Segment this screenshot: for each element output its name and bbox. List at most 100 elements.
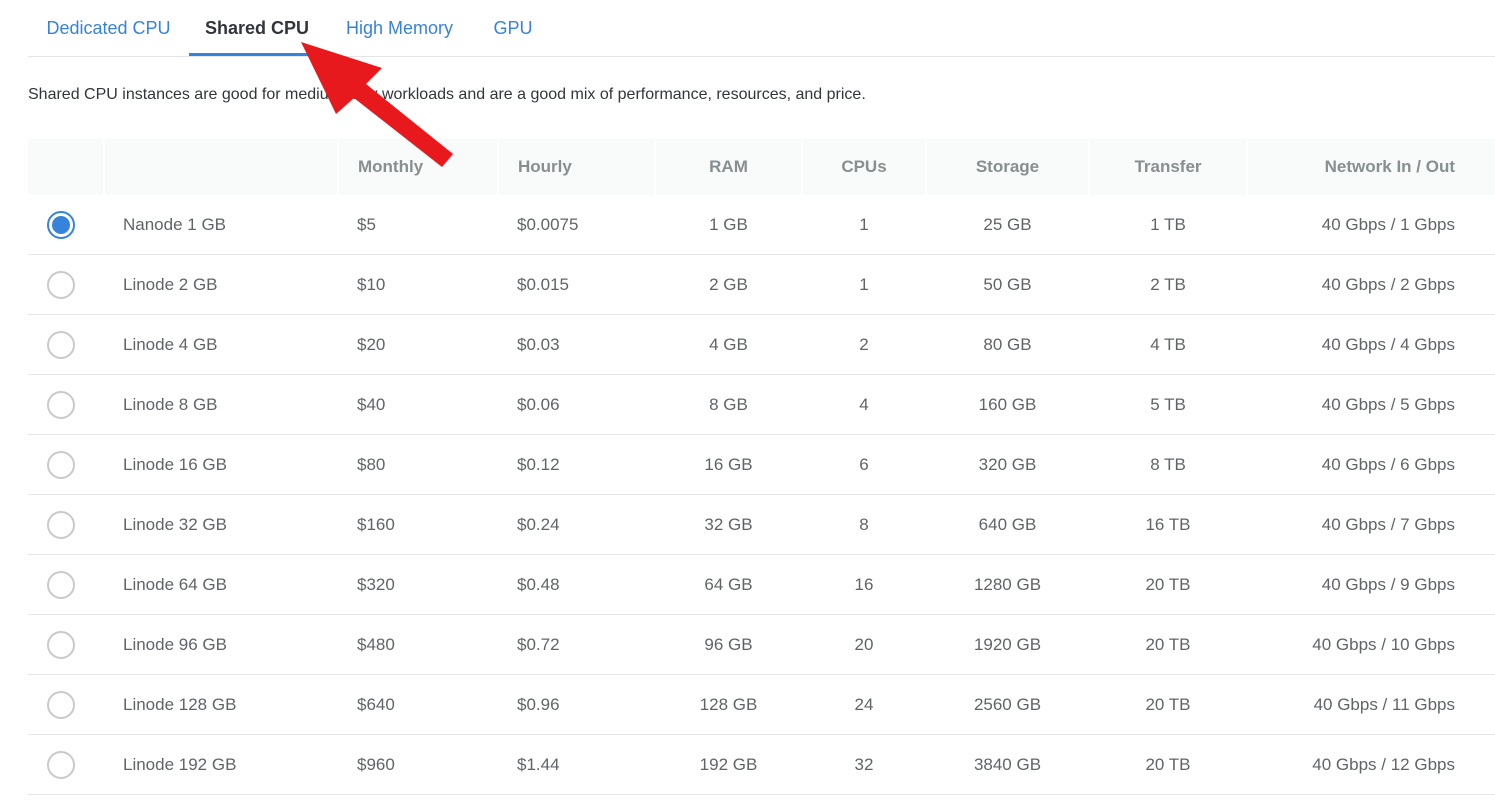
table-row[interactable]: Linode 4 GB $20 $0.03 4 GB 2 80 GB 4 TB 40 Gbps… [28,314,1495,375]
plan-radio[interactable] [47,510,75,539]
transfer-value: 1 TB [1089,195,1247,255]
table-row[interactable]: Nanode 1 GB $5 $0.0075 1 GB 1 25 GB 1 TB 40 Gbp… [28,195,1495,255]
hourly-price: $1.44 [498,734,655,795]
storage-value: 160 GB [926,374,1089,435]
monthly-price: $40 [338,374,498,435]
network-value: 40 Gbps / 7 Gbps [1247,494,1495,555]
network-value: 40 Gbps / 4 Gbps [1247,314,1495,375]
table-row[interactable]: Linode 2 GB $10 $0.015 2 GB 1 50 GB 2 TB 40 Gbp… [28,254,1495,315]
network-value: 40 Gbps / 9 Gbps [1247,554,1495,615]
ram-value: 96 GB [655,614,802,675]
select-cell [28,614,104,675]
storage-value: 640 GB [926,494,1089,555]
monthly-price: $320 [338,554,498,615]
header-cpus: CPUs [802,139,927,195]
plan-radio[interactable] [47,750,75,779]
ram-value: 8 GB [655,374,802,435]
ram-value: 64 GB [655,554,802,615]
table-row[interactable]: Linode 128 GB $640 $0.96 128 GB 24 2560 GB 20 … [28,674,1495,735]
transfer-value: 2 TB [1089,254,1247,315]
transfer-value: 20 TB [1089,554,1247,615]
plan-name: Linode 32 GB [104,494,338,555]
header-ram: RAM [655,139,803,195]
cpus-value: 1 [802,195,926,255]
tab-shared-cpu[interactable]: Shared CPU [189,0,325,56]
plan-name: Linode 64 GB [104,554,338,615]
select-cell [28,254,104,315]
tab-dedicated-cpu[interactable]: Dedicated CPU [28,0,189,55]
header-hourly: Hourly [498,139,656,195]
network-value: 40 Gbps / 11 Gbps [1247,674,1495,735]
plan-name: Linode 128 GB [104,674,338,735]
network-value: 40 Gbps / 6 Gbps [1247,434,1495,495]
header-plan [104,139,339,195]
ram-value: 192 GB [655,734,802,795]
cpus-value: 8 [802,494,926,555]
hourly-price: $0.96 [498,674,655,735]
storage-value: 50 GB [926,254,1089,315]
network-value: 40 Gbps / 5 Gbps [1247,374,1495,435]
plan-radio[interactable] [47,270,75,299]
ram-value: 32 GB [655,494,802,555]
header-transfer: Transfer [1089,139,1248,195]
storage-value: 320 GB [926,434,1089,495]
table-row[interactable]: Linode 192 GB $960 $1.44 192 GB 32 3840 GB 20 … [28,734,1495,795]
tab-gpu[interactable]: GPU [474,0,552,55]
cpus-value: 32 [802,734,926,795]
monthly-price: $160 [338,494,498,555]
plan-radio[interactable] [47,210,75,239]
network-value: 40 Gbps / 1 Gbps [1247,195,1495,255]
header-network: Network In / Out [1247,139,1495,195]
header-monthly: Monthly [338,139,499,195]
header-storage: Storage [926,139,1090,195]
plan-name: Nanode 1 GB [104,195,338,255]
cpus-value: 20 [802,614,926,675]
cpus-value: 1 [802,254,926,315]
transfer-value: 20 TB [1089,734,1247,795]
plan-radio[interactable] [47,330,75,359]
select-cell [28,374,104,435]
plan-name: Linode 16 GB [104,434,338,495]
hourly-price: $0.06 [498,374,655,435]
table-row[interactable]: Linode 96 GB $480 $0.72 96 GB 20 1920 GB 20 TB… [28,614,1495,675]
monthly-price: $640 [338,674,498,735]
select-cell [28,674,104,735]
transfer-value: 20 TB [1089,614,1247,675]
plan-radio[interactable] [47,450,75,479]
table-row[interactable]: Linode 64 GB $320 $0.48 64 GB 16 1280 GB 20 TB… [28,554,1495,615]
ram-value: 128 GB [655,674,802,735]
plan-radio[interactable] [47,570,75,599]
plan-radio[interactable] [47,690,75,719]
hourly-price: $0.015 [498,254,655,315]
monthly-price: $960 [338,734,498,795]
storage-value: 3840 GB [926,734,1089,795]
monthly-price: $5 [338,195,498,255]
table-row[interactable]: Linode 32 GB $160 $0.24 32 GB 8 640 GB 16 TB 40… [28,494,1495,555]
plan-name: Linode 192 GB [104,734,338,795]
cpus-value: 2 [802,314,926,375]
select-cell [28,494,104,555]
plan-description: Shared CPU instances are good for medium… [28,86,866,103]
transfer-value: 4 TB [1089,314,1247,375]
select-cell [28,195,104,255]
plan-name: Linode 8 GB [104,374,338,435]
hourly-price: $0.72 [498,614,655,675]
hourly-price: $0.12 [498,434,655,495]
transfer-value: 8 TB [1089,434,1247,495]
ram-value: 16 GB [655,434,802,495]
plan-radio[interactable] [47,390,75,419]
table-row[interactable]: Linode 8 GB $40 $0.06 8 GB 4 160 GB 5 TB 40 Gbp… [28,374,1495,435]
table-header-row: Monthly Hourly RAM CPUs Storage Transfer… [28,139,1495,195]
select-cell [28,554,104,615]
hourly-price: $0.03 [498,314,655,375]
table-row[interactable]: Linode 16 GB $80 $0.12 16 GB 6 320 GB 8 TB 40 G… [28,434,1495,495]
monthly-price: $20 [338,314,498,375]
select-cell [28,314,104,375]
monthly-price: $10 [338,254,498,315]
cpus-value: 4 [802,374,926,435]
plan-radio[interactable] [47,630,75,659]
storage-value: 1920 GB [926,614,1089,675]
storage-value: 1280 GB [926,554,1089,615]
tab-high-memory[interactable]: High Memory [325,0,474,55]
network-value: 40 Gbps / 10 Gbps [1247,614,1495,675]
